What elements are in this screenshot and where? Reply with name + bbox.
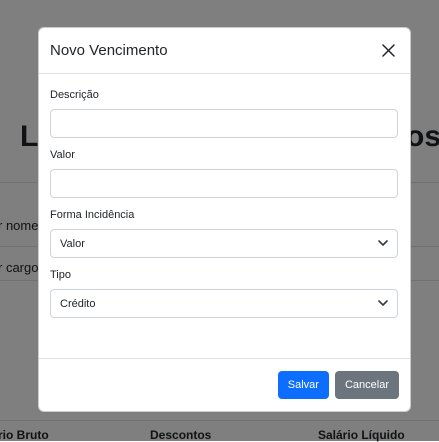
incidence-form-select[interactable]: Valor	[50, 229, 398, 258]
type-group: Tipo Crédito	[50, 268, 399, 318]
chevron-down-icon	[378, 300, 388, 306]
incidence-form-label: Forma Incidência	[50, 209, 135, 221]
modal-title: Novo Vencimento	[50, 42, 168, 59]
incidence-form-group: Forma Incidência Valor	[50, 208, 399, 258]
close-icon	[381, 44, 395, 57]
value-group: Valor	[50, 148, 399, 198]
value-input[interactable]	[50, 169, 398, 198]
new-earning-modal: Novo Vencimento Descrição Valor Forma In…	[38, 27, 411, 412]
cancel-button[interactable]: Cancelar	[334, 371, 399, 399]
modal-body: Descrição Valor Forma Incidência Valor T…	[39, 74, 410, 318]
incidence-form-selected-value: Valor	[60, 237, 85, 250]
chevron-down-icon	[378, 240, 388, 246]
modal-header: Novo Vencimento	[39, 28, 410, 74]
value-label: Valor	[50, 149, 75, 161]
type-select[interactable]: Crédito	[50, 289, 398, 318]
description-input[interactable]	[50, 109, 398, 138]
save-button[interactable]: Salvar	[277, 371, 329, 399]
close-button[interactable]	[377, 40, 399, 62]
type-label: Tipo	[50, 269, 71, 281]
type-selected-value: Crédito	[60, 297, 96, 310]
modal-footer: Salvar Cancelar	[39, 358, 410, 411]
description-group: Descrição	[50, 88, 399, 138]
description-label: Descrição	[50, 89, 99, 101]
